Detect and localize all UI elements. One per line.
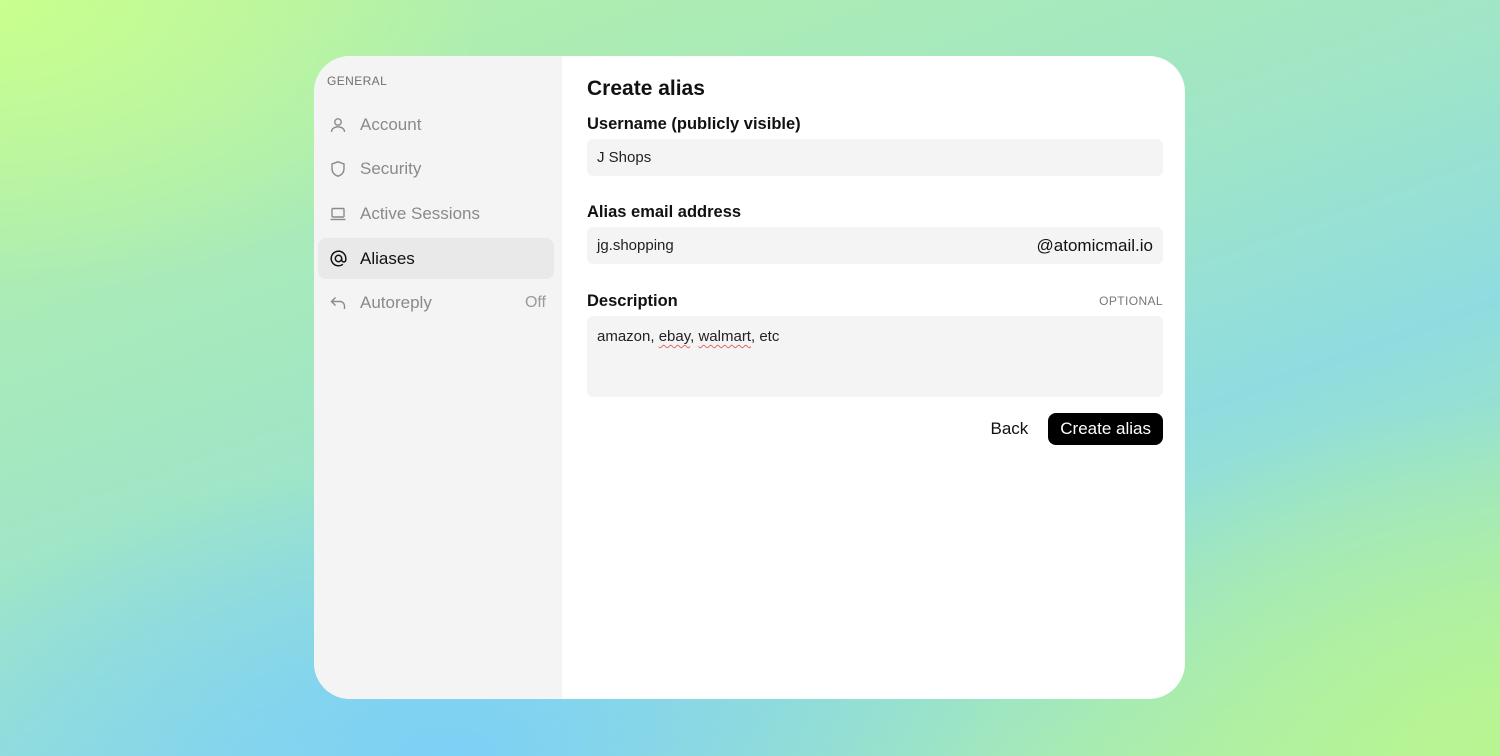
- laptop-icon: [328, 204, 348, 224]
- form-actions: Back Create alias: [587, 413, 1163, 445]
- sidebar-item-label: Active Sessions: [360, 203, 480, 223]
- back-button[interactable]: Back: [970, 413, 1048, 445]
- spellcheck-word: walmart: [698, 328, 751, 345]
- alias-email-input[interactable]: jg.shopping @atomicmail.io: [587, 227, 1163, 264]
- at-icon: [328, 249, 348, 269]
- autoreply-status: Off: [524, 294, 546, 312]
- reply-icon: [328, 293, 348, 313]
- username-label: Username (publicly visible): [587, 114, 801, 133]
- sidebar-item-account[interactable]: Account: [318, 104, 554, 145]
- shield-icon: [328, 159, 348, 179]
- sidebar-heading: GENERAL: [327, 74, 388, 88]
- sidebar: GENERAL Account Security Active Sessions: [314, 56, 562, 699]
- sidebar-item-label: Aliases: [360, 248, 415, 268]
- sidebar-item-active-sessions[interactable]: Active Sessions: [318, 193, 554, 234]
- username-input[interactable]: J Shops: [587, 139, 1163, 176]
- username-label-row: Username (publicly visible): [587, 112, 1163, 136]
- settings-window: GENERAL Account Security Active Sessions: [314, 56, 1185, 699]
- description-text-part: , etc: [750, 328, 780, 345]
- create-alias-panel: Create alias Username (publicly visible)…: [562, 56, 1185, 699]
- optional-tag: OPTIONAL: [1099, 294, 1163, 308]
- email-domain-suffix: @atomicmail.io: [1036, 235, 1153, 255]
- create-alias-button[interactable]: Create alias: [1048, 413, 1163, 445]
- alias-value: jg.shopping: [597, 237, 674, 254]
- description-label: Description: [587, 291, 678, 310]
- sidebar-item-aliases[interactable]: Aliases: [318, 238, 554, 280]
- description-label-row: Description OPTIONAL: [587, 289, 1163, 313]
- sidebar-item-label: Account: [360, 114, 422, 134]
- spellcheck-word: ebay: [658, 328, 691, 345]
- alias-label: Alias email address: [587, 202, 742, 221]
- page-title: Create alias: [587, 77, 705, 100]
- sidebar-item-label: Security: [360, 159, 422, 179]
- alias-label-row: Alias email address: [587, 200, 1163, 224]
- user-icon: [328, 115, 348, 135]
- username-field-group: Username (publicly visible) J Shops: [587, 112, 1163, 176]
- sidebar-item-security[interactable]: Security: [318, 149, 554, 190]
- description-field-group: Description OPTIONAL amazon, ebay, walma…: [587, 289, 1163, 397]
- description-text-part: amazon,: [597, 328, 659, 345]
- sidebar-item-label: Autoreply: [360, 293, 432, 313]
- alias-field-group: Alias email address jg.shopping @atomicm…: [587, 200, 1163, 264]
- sidebar-item-autoreply[interactable]: Autoreply Off: [318, 283, 554, 324]
- description-textarea[interactable]: amazon, ebay, walmart, etc: [587, 316, 1163, 397]
- username-value: J Shops: [597, 149, 652, 166]
- sidebar-nav: Account Security Active Sessions Aliases: [318, 104, 554, 324]
